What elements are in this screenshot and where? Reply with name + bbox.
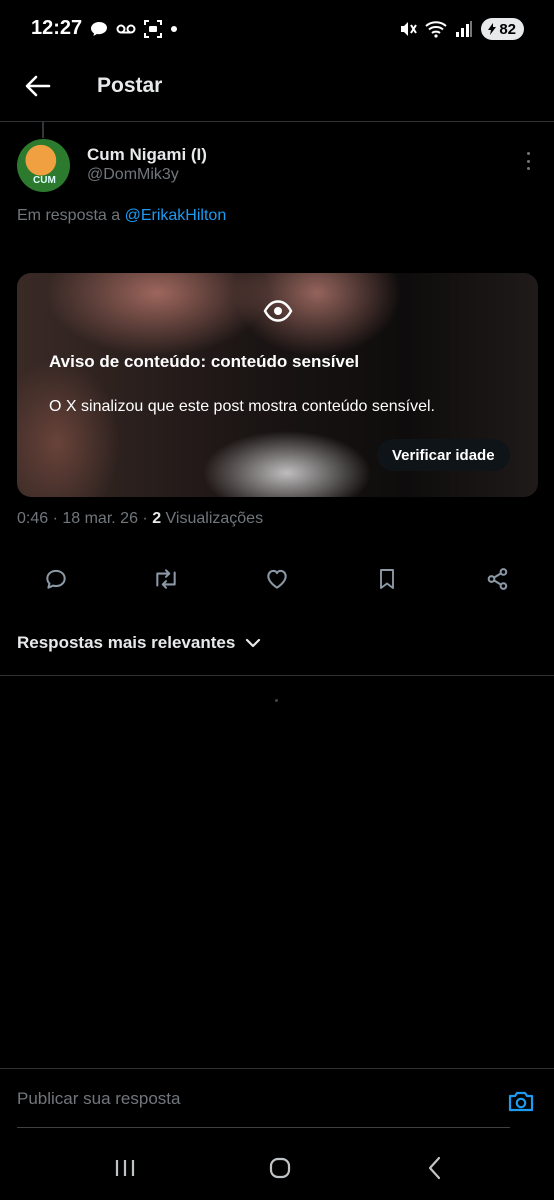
recent-apps-icon bbox=[115, 1160, 135, 1176]
thread-connector bbox=[42, 122, 44, 138]
views-label[interactable]: Visualizações bbox=[161, 510, 264, 527]
bookmark-button[interactable] bbox=[369, 561, 405, 597]
reply-context: Em resposta a @ErikakHilton bbox=[17, 207, 226, 225]
more-options-button[interactable] bbox=[518, 149, 538, 173]
camera-icon bbox=[508, 1091, 534, 1112]
reply-button[interactable] bbox=[38, 561, 74, 597]
heart-icon bbox=[267, 569, 287, 589]
top-bar: Postar bbox=[0, 60, 554, 122]
chat-bubble-icon bbox=[91, 22, 107, 36]
reply-input[interactable] bbox=[17, 1083, 487, 1115]
arrow-left-icon bbox=[25, 75, 51, 97]
back-nav-button[interactable] bbox=[415, 1152, 455, 1184]
post-timestamp: 0:46 · 18 mar. 26 · bbox=[17, 510, 153, 527]
battery-saver-icon bbox=[488, 23, 497, 35]
views-count[interactable]: 2 bbox=[152, 510, 161, 527]
status-time: 12:27 bbox=[31, 17, 83, 39]
more-dot-icon bbox=[526, 167, 530, 170]
bookmark-icon bbox=[380, 569, 394, 589]
like-button[interactable] bbox=[259, 561, 295, 597]
back-button[interactable] bbox=[22, 70, 54, 102]
share-icon bbox=[487, 568, 508, 590]
eye-icon bbox=[263, 300, 293, 322]
reply-prefix: Em resposta a bbox=[17, 207, 125, 224]
signal-icon bbox=[456, 21, 473, 37]
screenshot-icon bbox=[144, 20, 162, 38]
reply-composer bbox=[0, 1068, 554, 1130]
status-bar: 12:27 82 bbox=[0, 0, 554, 60]
camera-button[interactable] bbox=[505, 1087, 537, 1115]
replies-sort-label: Respostas mais relevantes bbox=[17, 633, 236, 652]
chevron-left-icon bbox=[428, 1156, 441, 1180]
loading-indicator bbox=[275, 699, 278, 702]
reply-icon bbox=[46, 569, 66, 589]
reply-mention-link[interactable]: @ErikakHilton bbox=[125, 207, 227, 224]
replies-sort-dropdown[interactable]: Respostas mais relevantes bbox=[17, 633, 261, 653]
home-button[interactable] bbox=[260, 1152, 300, 1184]
reply-input-underline bbox=[17, 1127, 510, 1128]
voicemail-icon bbox=[116, 24, 136, 34]
sensitive-media-card[interactable]: Aviso de conteúdo: conteúdo sensível O X… bbox=[17, 273, 538, 497]
repost-icon bbox=[156, 569, 176, 589]
recent-apps-button[interactable] bbox=[105, 1152, 145, 1184]
avatar[interactable]: CUM bbox=[17, 139, 70, 192]
chevron-down-icon bbox=[246, 638, 261, 648]
more-dot-icon bbox=[526, 152, 530, 155]
mute-icon bbox=[401, 22, 418, 36]
more-dot-icon bbox=[526, 159, 530, 163]
warning-title: Aviso de conteúdo: conteúdo sensível bbox=[49, 352, 360, 371]
divider bbox=[0, 675, 554, 676]
page-title: Postar bbox=[97, 74, 163, 97]
warning-description: O X sinalizou que este post mostra conte… bbox=[49, 398, 435, 415]
post-meta: 0:46 · 18 mar. 26 · 2 Visualizações bbox=[17, 510, 263, 528]
battery-indicator: 82 bbox=[481, 18, 524, 40]
system-nav-bar bbox=[0, 1136, 554, 1200]
repost-button[interactable] bbox=[148, 561, 184, 597]
author-handle[interactable]: @DomMik3y bbox=[87, 166, 179, 184]
dot-icon bbox=[171, 26, 177, 32]
share-button[interactable] bbox=[480, 561, 516, 597]
action-bar bbox=[0, 561, 554, 597]
wifi-icon bbox=[425, 21, 447, 38]
home-icon bbox=[269, 1157, 291, 1179]
verify-age-button[interactable]: Verificar idade bbox=[377, 439, 510, 471]
battery-level: 82 bbox=[499, 20, 516, 38]
avatar-label: CUM bbox=[33, 175, 56, 186]
author-name[interactable]: Cum Nigami (I) bbox=[87, 145, 207, 165]
